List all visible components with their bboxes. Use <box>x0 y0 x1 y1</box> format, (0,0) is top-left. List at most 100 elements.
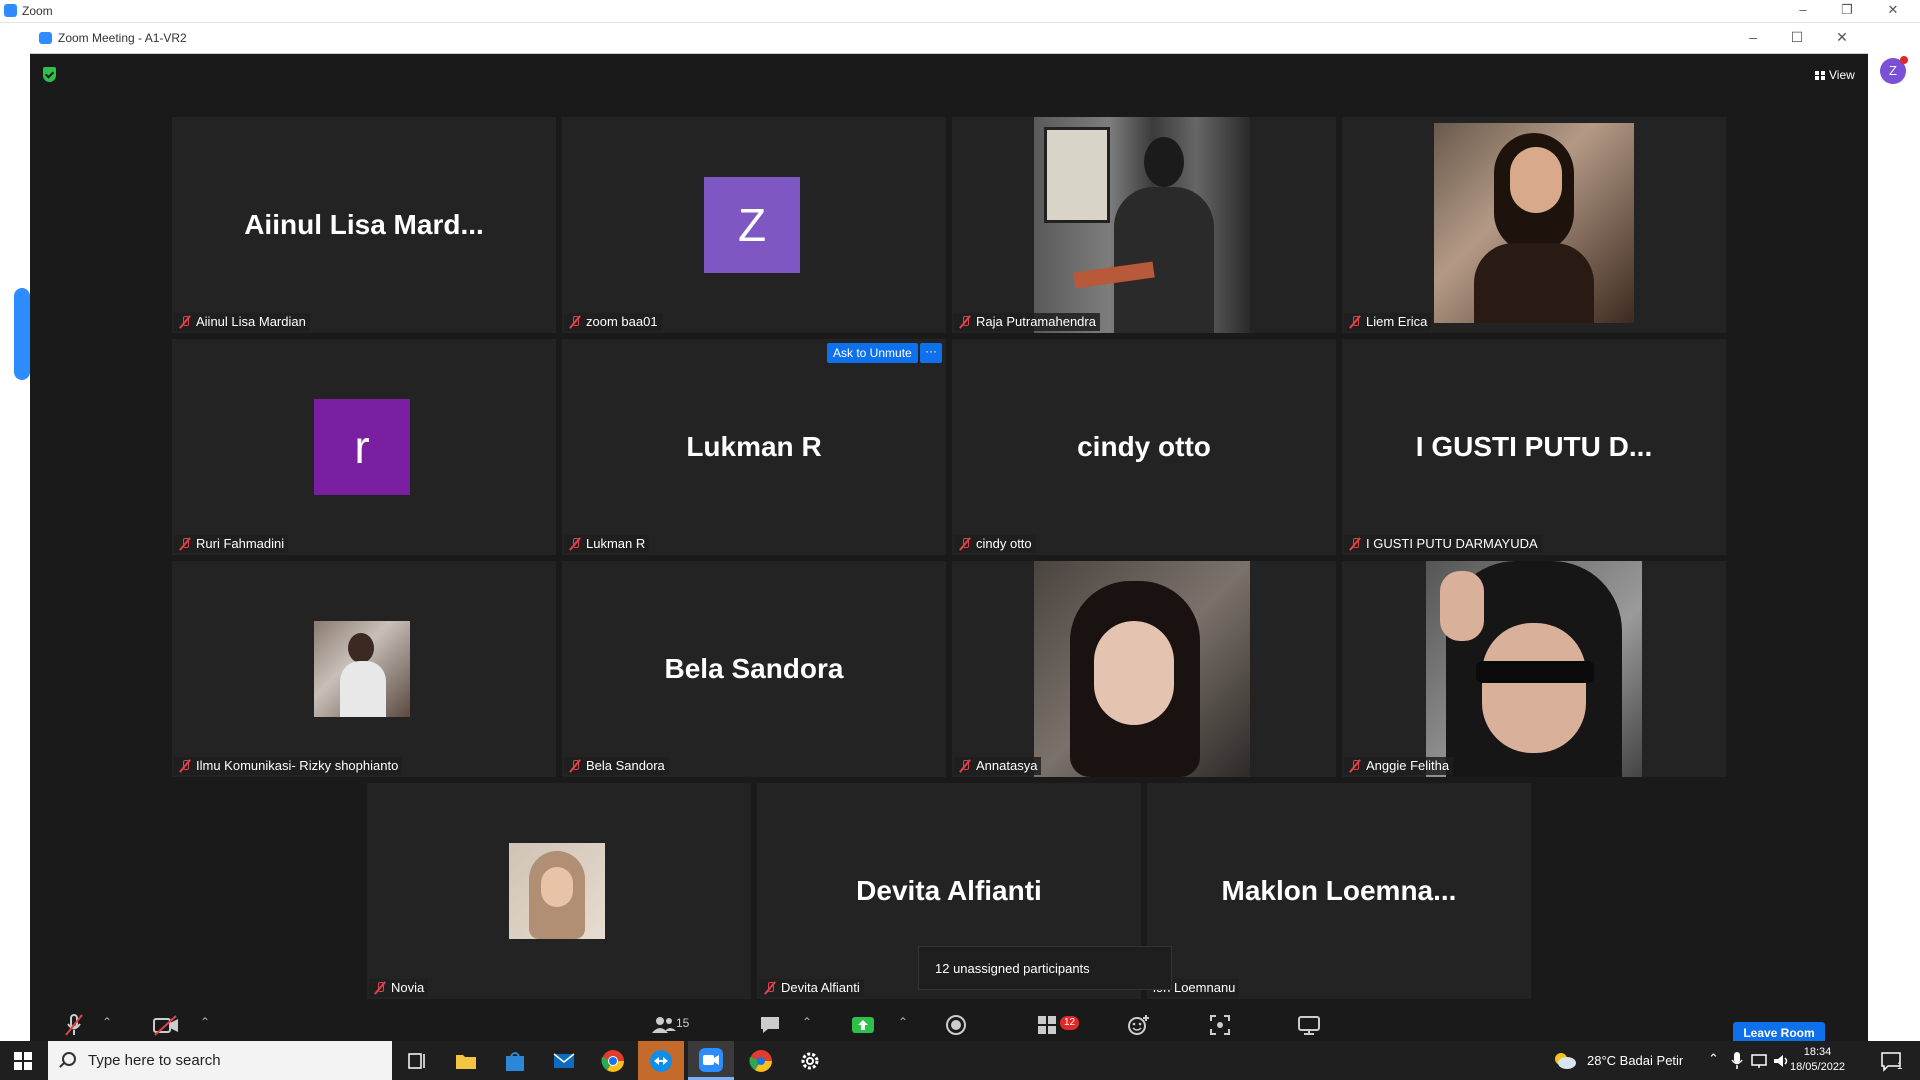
participant-label: Aiinul Lisa Mardian <box>174 313 310 331</box>
participant-tile[interactable]: Liem Erica <box>1342 117 1726 333</box>
stop-video-icon[interactable] <box>152 1013 180 1037</box>
chrome-icon[interactable] <box>600 1048 626 1074</box>
network-icon[interactable] <box>1750 1052 1768 1070</box>
ask-to-unmute-button[interactable]: Ask to Unmute <box>827 343 918 363</box>
participants-icon[interactable] <box>650 1013 678 1037</box>
participant-tile[interactable]: Ilmu Komunikasi- Rizky shophianto <box>172 561 556 777</box>
audio-options-chevron-icon[interactable]: ⌃ <box>102 1015 112 1029</box>
meeting-title-bar: Zoom Meeting - A1-VR2 – ☐ ✕ <box>30 23 1868 54</box>
participant-tile[interactable]: Lukman R Lukman R <box>562 339 946 555</box>
participant-tile[interactable]: Novia <box>367 783 751 999</box>
minimize-icon[interactable]: – <box>1738 29 1768 45</box>
participant-name: zoom baa01 <box>586 314 658 329</box>
microphone-icon[interactable] <box>1730 1051 1744 1071</box>
participant-tile[interactable]: Bela Sandora Bela Sandora <box>562 561 946 777</box>
participants-count: 15 <box>676 1016 690 1030</box>
participant-tile[interactable]: Raja Putramahendra <box>952 117 1336 333</box>
participant-display-name: cindy otto <box>1077 431 1211 462</box>
zoom-taskbar-item[interactable] <box>688 1041 734 1080</box>
mail-icon[interactable] <box>551 1048 577 1074</box>
participant-tile[interactable]: I GUSTI PUTU D... I GUSTI PUTU DARMAYUDA <box>1342 339 1726 555</box>
reactions-icon[interactable] <box>1126 1013 1150 1037</box>
restore-icon[interactable]: ❐ <box>1832 2 1862 18</box>
chat-options-chevron-icon[interactable]: ⌃ <box>802 1015 812 1029</box>
record-icon[interactable] <box>944 1013 968 1037</box>
teamviewer-taskbar-item[interactable] <box>638 1041 684 1080</box>
close-icon[interactable]: ✕ <box>1827 29 1857 46</box>
zoom-icon <box>699 1048 723 1072</box>
tray-expand-chevron-icon[interactable]: ⌃ <box>1708 1051 1719 1067</box>
participant-label: Bela Sandora <box>564 757 669 775</box>
participant-display-name: Devita Alfianti <box>856 875 1042 906</box>
participant-display-name: Lukman R <box>686 431 822 462</box>
breakout-rooms-badge: 12 <box>1060 1016 1080 1030</box>
outer-window-title: Zoom <box>22 4 53 18</box>
mic-muted-icon <box>958 315 972 329</box>
profile-picture <box>509 843 605 939</box>
maximize-icon[interactable]: ☐ <box>1782 29 1812 46</box>
mute-icon[interactable] <box>62 1013 86 1037</box>
person-face <box>541 867 573 907</box>
participant-label: Lukman R <box>564 535 650 553</box>
store-icon[interactable] <box>502 1048 528 1074</box>
participant-tile[interactable]: Z zoom baa01 <box>562 117 946 333</box>
share-options-chevron-icon[interactable]: ⌃ <box>898 1015 908 1029</box>
participant-name: Lukman R <box>586 536 646 551</box>
participant-label: zoom baa01 <box>564 313 662 331</box>
task-view-icon[interactable] <box>404 1048 430 1074</box>
volume-icon[interactable] <box>1772 1052 1790 1070</box>
taskbar-search-input[interactable]: Type here to search <box>48 1041 392 1080</box>
minimize-icon[interactable]: – <box>1788 2 1818 17</box>
participant-label: cindy otto <box>954 535 1036 553</box>
avatar: Z <box>704 177 800 273</box>
participant-name: Ruri Fahmadini <box>196 536 285 551</box>
security-shield-icon[interactable] <box>43 67 56 82</box>
participant-tile[interactable]: Aiinul Lisa Mard... Aiinul Lisa Mardian <box>172 117 556 333</box>
participant-label: Anggie Felitha <box>1344 757 1454 775</box>
participant-tile[interactable]: cindy otto cindy otto <box>952 339 1336 555</box>
video-options-chevron-icon[interactable]: ⌃ <box>200 1015 210 1029</box>
share-screen-icon[interactable] <box>850 1013 876 1037</box>
view-button[interactable]: View <box>1809 64 1861 86</box>
participant-tile[interactable]: Maklon Loemna... lon Loemnanu <box>1147 783 1531 999</box>
notification-count: 1 <box>1897 1061 1903 1072</box>
participant-tile[interactable]: r Ruri Fahmadini <box>172 339 556 555</box>
participant-display-name: Maklon Loemna... <box>1221 875 1457 906</box>
settings-gear-icon[interactable] <box>797 1048 823 1074</box>
video-feed <box>1034 561 1250 777</box>
leave-room-button[interactable]: Leave Room <box>1733 1022 1825 1042</box>
zoom-logo-icon <box>4 4 17 17</box>
avatar[interactable]: Z <box>1880 56 1908 84</box>
close-icon[interactable]: ✕ <box>1878 2 1908 18</box>
participant-label: Ruri Fahmadini <box>174 535 289 553</box>
weather-storm-icon <box>1555 1053 1576 1069</box>
participant-tile[interactable]: Anggie Felitha <box>1342 561 1726 777</box>
teamviewer-icon <box>650 1050 672 1072</box>
apps-icon[interactable] <box>1208 1013 1232 1037</box>
windows-taskbar: Type here to search 28°C Badai Petir ⌃ 1… <box>0 1041 1920 1080</box>
zoom-logo-icon <box>39 32 52 44</box>
participant-label: Annatasya <box>954 757 1042 775</box>
participant-display-name: Bela Sandora <box>664 653 844 684</box>
mic-muted-icon <box>958 537 972 551</box>
participant-tile[interactable]: Annatasya <box>952 561 1336 777</box>
search-placeholder: Type here to search <box>88 1052 221 1069</box>
outer-side-tab[interactable] <box>14 288 30 380</box>
search-icon <box>62 1052 76 1066</box>
breakout-rooms-icon[interactable] <box>1036 1013 1060 1037</box>
whiteboard-icon[interactable] <box>1296 1013 1322 1037</box>
taskbar-clock[interactable]: 18:34 18/05/2022 <box>1790 1045 1845 1075</box>
chrome-profile-icon[interactable] <box>748 1048 774 1074</box>
mic-muted-icon <box>178 315 192 329</box>
weather-text[interactable]: 28°C Badai Petir <box>1587 1053 1683 1068</box>
sunglasses <box>1476 661 1594 683</box>
windows-start-icon[interactable] <box>14 1052 32 1070</box>
mic-muted-icon <box>178 759 192 773</box>
person-body <box>340 661 386 717</box>
more-options-button[interactable]: ··· <box>920 343 942 363</box>
outer-sidebar <box>0 23 30 1041</box>
view-label: View <box>1829 68 1855 82</box>
chat-icon[interactable] <box>758 1013 782 1037</box>
mic-muted-icon <box>178 537 192 551</box>
file-explorer-icon[interactable] <box>453 1048 479 1074</box>
